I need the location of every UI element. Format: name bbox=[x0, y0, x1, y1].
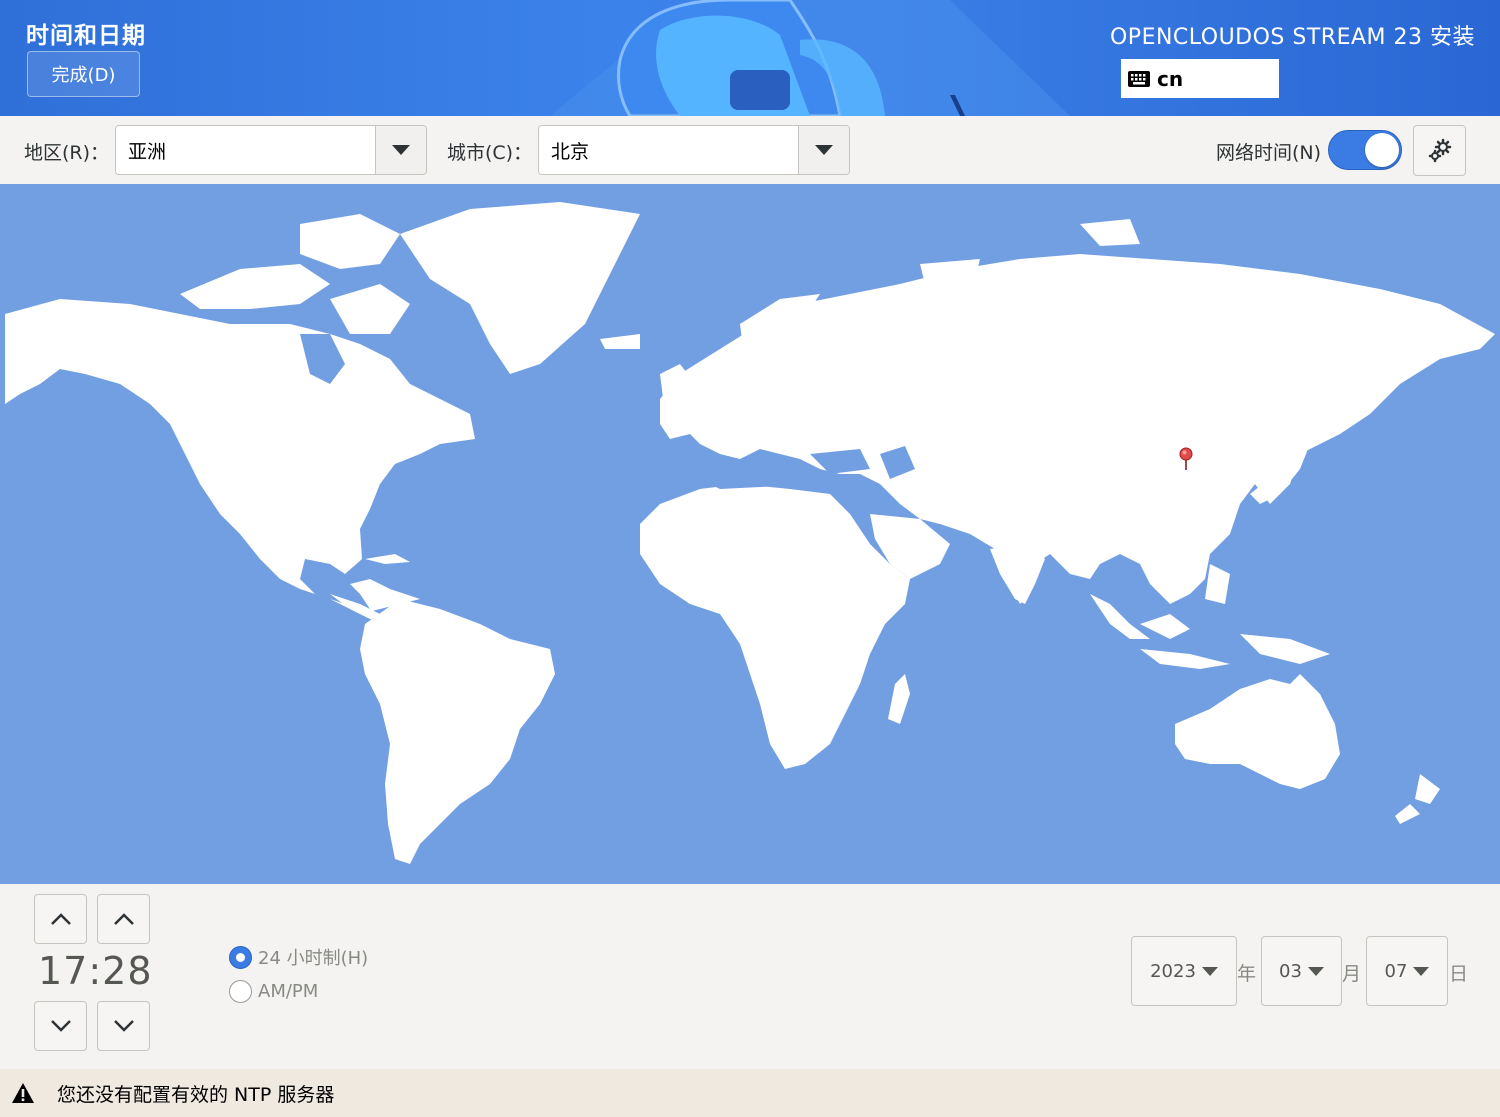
hour-decrement-button[interactable] bbox=[34, 1001, 87, 1051]
greenland-landmass bbox=[400, 202, 640, 374]
chevron-down-icon bbox=[1413, 966, 1430, 976]
switch-knob bbox=[1365, 133, 1399, 167]
city-dropdown-arrow[interactable] bbox=[798, 126, 849, 174]
ntp-settings-button[interactable] bbox=[1413, 125, 1466, 176]
keyboard-icon bbox=[1128, 70, 1150, 87]
region-combobox[interactable]: 亚洲 bbox=[115, 125, 427, 175]
world-map bbox=[5, 202, 1495, 864]
day-unit: 日 bbox=[1449, 963, 1469, 985]
time-date-panel: 17:28 24 小时制(H) AM/PM 2023 年 03 月 07 日 bbox=[0, 884, 1500, 1069]
minute-decrement-button[interactable] bbox=[97, 1001, 150, 1051]
city-label: 城市(C)： bbox=[447, 142, 533, 164]
year-combobox[interactable]: 2023 bbox=[1131, 936, 1237, 1006]
warning-icon bbox=[12, 1083, 34, 1103]
brand-artwork bbox=[550, 0, 1070, 116]
year-value: 2023 bbox=[1150, 960, 1196, 982]
time-display: 17:28 bbox=[38, 949, 153, 993]
network-time-switch[interactable] bbox=[1328, 130, 1402, 170]
format-ampm-label: AM/PM bbox=[258, 981, 319, 1002]
chevron-up-icon bbox=[113, 913, 134, 925]
day-value: 07 bbox=[1384, 960, 1408, 982]
chevron-down-icon bbox=[50, 1020, 71, 1032]
network-time-label: 网络时间(N) bbox=[1216, 142, 1322, 164]
day-combobox[interactable]: 07 bbox=[1366, 936, 1448, 1006]
header-bar: 时间和日期 完成(D) OPENCLOUDOS STREAM 23 安装 cn bbox=[0, 0, 1500, 116]
region-value: 亚洲 bbox=[128, 140, 167, 163]
keyboard-layout-indicator[interactable]: cn bbox=[1121, 59, 1279, 98]
month-value: 03 bbox=[1279, 960, 1302, 982]
region-dropdown-arrow[interactable] bbox=[375, 126, 426, 174]
format-24h-radio[interactable]: 24 小时制(H) bbox=[229, 944, 368, 970]
city-combobox[interactable]: 北京 bbox=[538, 125, 850, 175]
install-title: OPENCLOUDOS STREAM 23 安装 bbox=[1109, 25, 1475, 50]
africa-landmass bbox=[640, 484, 910, 769]
radio-unchecked-icon bbox=[229, 980, 252, 1003]
south-america-landmass bbox=[360, 599, 555, 864]
timezone-toolbar: 地区(R)： 亚洲 城市(C)： 北京 网络时间(N) bbox=[0, 116, 1500, 184]
month-combobox[interactable]: 03 bbox=[1261, 936, 1342, 1006]
format-ampm-radio[interactable]: AM/PM bbox=[229, 980, 318, 1003]
timezone-map[interactable] bbox=[0, 184, 1500, 884]
warning-message: 您还没有配置有效的 NTP 服务器 bbox=[57, 1083, 335, 1106]
warning-bar[interactable]: 您还没有配置有效的 NTP 服务器 bbox=[0, 1069, 1500, 1117]
format-24h-label: 24 小时制(H) bbox=[258, 948, 369, 969]
minute-increment-button[interactable] bbox=[97, 894, 150, 944]
gears-icon bbox=[1428, 138, 1451, 162]
australia-landmass bbox=[1175, 674, 1340, 789]
chevron-down-icon bbox=[815, 145, 833, 155]
north-america-landmass bbox=[5, 299, 475, 614]
chevron-down-icon bbox=[113, 1020, 134, 1032]
month-unit: 月 bbox=[1342, 963, 1362, 985]
chevron-down-icon bbox=[1307, 966, 1324, 976]
year-unit: 年 bbox=[1237, 963, 1257, 985]
radio-checked-icon bbox=[229, 945, 252, 969]
city-value: 北京 bbox=[551, 140, 590, 163]
chevron-up-icon bbox=[50, 913, 71, 925]
keyboard-layout-label: cn bbox=[1157, 66, 1184, 91]
done-button[interactable]: 完成(D) bbox=[27, 51, 140, 97]
chevron-down-icon bbox=[1201, 966, 1218, 976]
region-label: 地区(R)： bbox=[24, 142, 110, 164]
chevron-down-icon bbox=[392, 145, 410, 155]
page-title: 时间和日期 bbox=[26, 23, 146, 49]
hour-increment-button[interactable] bbox=[34, 894, 87, 944]
